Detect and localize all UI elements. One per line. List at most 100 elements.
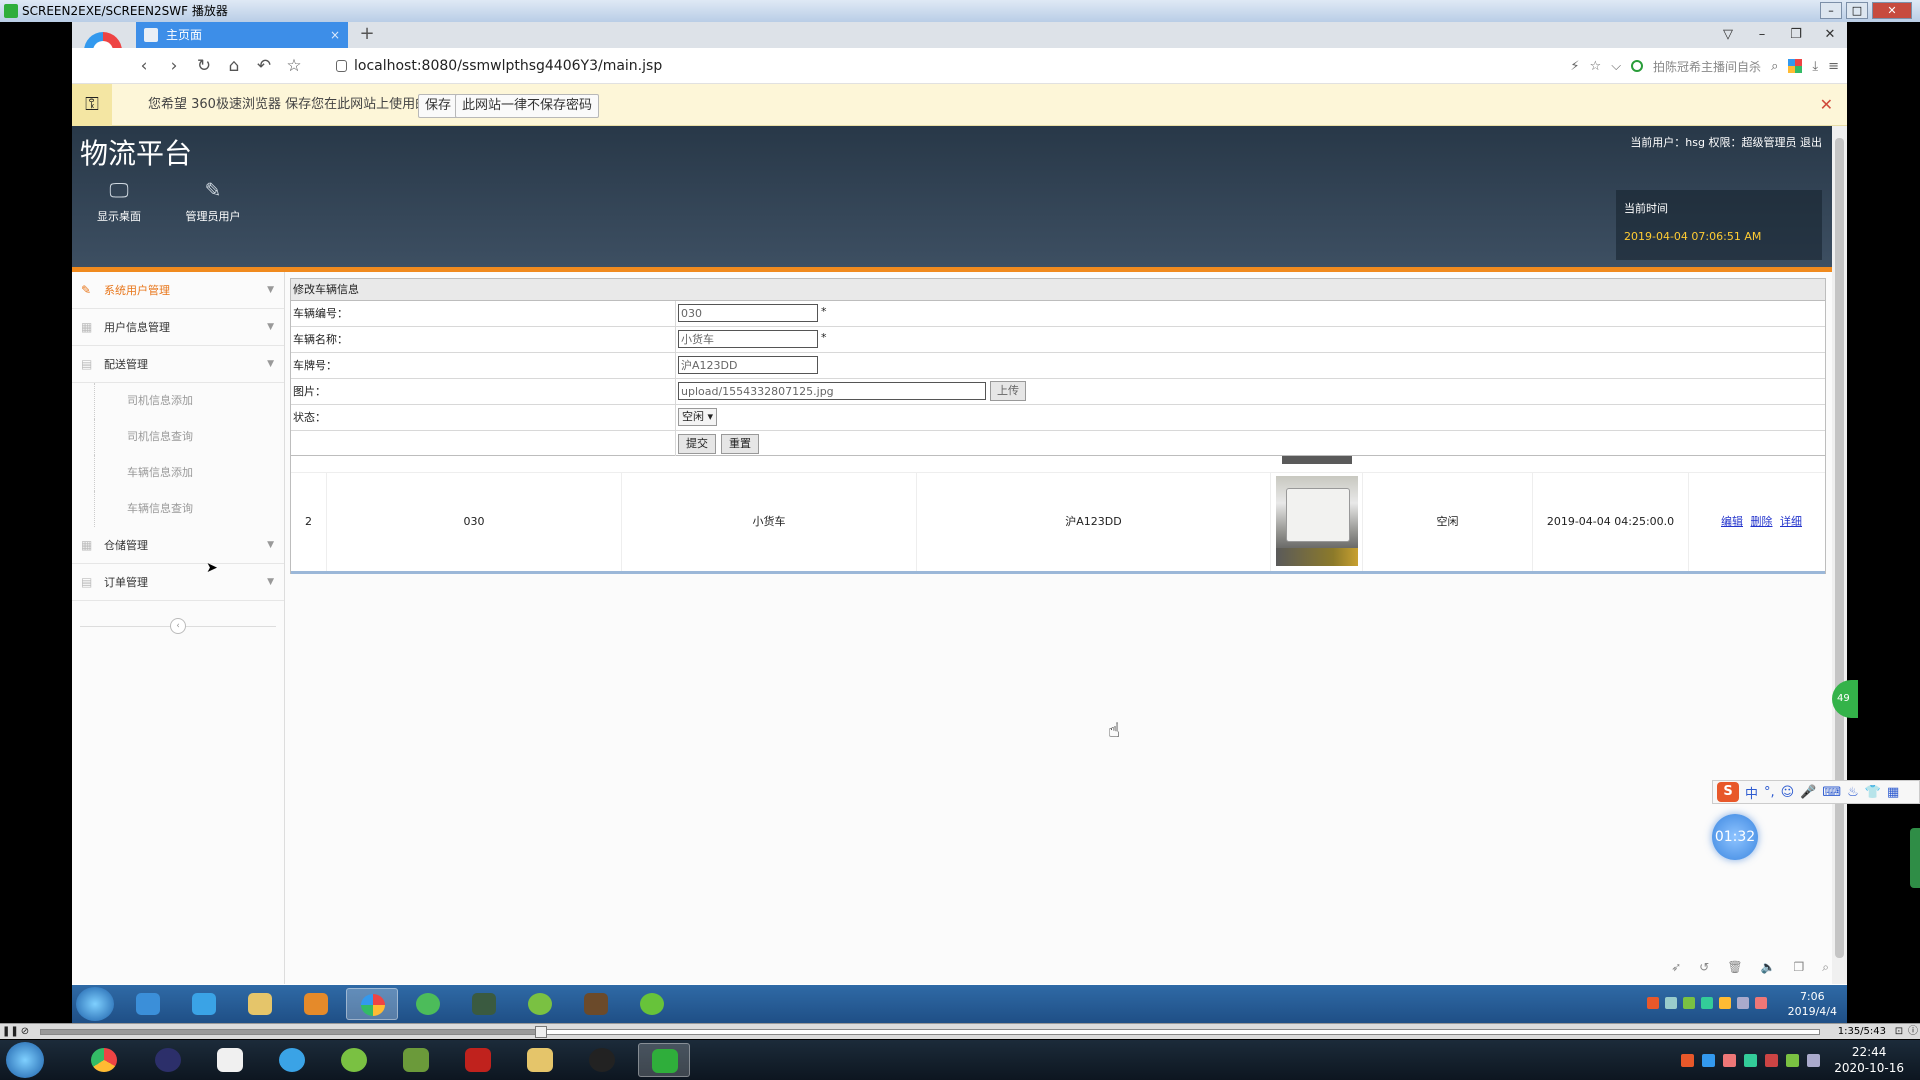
ime-toolbox-icon[interactable]: ▦ xyxy=(1887,785,1899,800)
ime-skin-icon[interactable]: ♨ xyxy=(1847,785,1859,800)
plate-number-input[interactable] xyxy=(678,356,818,374)
host-tray-green-icon[interactable] xyxy=(1786,1054,1799,1067)
undo-close-button[interactable]: ↶ xyxy=(252,54,276,78)
info-icon[interactable]: ⓘ xyxy=(1906,1025,1920,1038)
window-icon[interactable]: ❐ xyxy=(1794,960,1805,975)
search-hint[interactable]: 拍陈冠希主播间自杀 xyxy=(1653,58,1761,75)
sidebar-collapse-button[interactable]: ‹ xyxy=(170,618,186,634)
upload-button[interactable]: 上传 xyxy=(990,381,1026,401)
bookmark-star-button[interactable]: ☆ xyxy=(282,54,306,78)
url-field[interactable]: localhost:8080/ssmwlpthsg4406Y3/main.jsp xyxy=(336,54,662,78)
sidebar-item-user-info[interactable]: ▦ 用户信息管理 ▼ xyxy=(72,309,284,346)
zoom-icon[interactable]: ⌕ xyxy=(1822,960,1829,975)
vehicle-name-input[interactable] xyxy=(678,330,818,348)
scrollbar-thumb[interactable] xyxy=(1835,138,1844,958)
taskbar-app-green-icon[interactable] xyxy=(402,988,454,1020)
image-path-input[interactable] xyxy=(678,382,986,400)
tray-battery-icon[interactable] xyxy=(1683,997,1695,1009)
sidebar-item-orders[interactable]: ▤ 订单管理 ▼ xyxy=(72,564,284,601)
reload-button[interactable]: ↻ xyxy=(192,54,216,78)
tab-close-icon[interactable]: × xyxy=(330,22,340,48)
host-tray-sogou-icon[interactable] xyxy=(1681,1054,1694,1067)
home-button[interactable]: ⌂ xyxy=(222,54,246,78)
host-start-icon[interactable] xyxy=(6,1042,44,1078)
maximize-button[interactable]: □ xyxy=(1846,2,1868,19)
user-info[interactable]: 当前用户：hsg 权限：超级管理员 退出 xyxy=(1630,134,1822,150)
close-button[interactable]: ✕ xyxy=(1872,2,1912,19)
sidebar-item-system-users[interactable]: ✎ 系统用户管理 ▼ xyxy=(72,272,284,309)
host-tray-shield-icon[interactable] xyxy=(1744,1054,1757,1067)
new-tab-button[interactable]: + xyxy=(356,22,378,48)
ime-emoji-icon[interactable]: ☺ xyxy=(1781,785,1795,800)
host-chrome-icon[interactable] xyxy=(78,1043,130,1077)
tray-sogou-icon[interactable] xyxy=(1647,997,1659,1009)
taskbar-app-game-icon[interactable] xyxy=(570,988,622,1020)
sidebar-item-warehouse[interactable]: ▦ 仓储管理 ▼ xyxy=(72,527,284,564)
host-folder-icon[interactable] xyxy=(514,1043,566,1077)
window-minimize-button[interactable]: – xyxy=(1745,22,1779,48)
stop-icon[interactable]: ⊘ xyxy=(18,1025,32,1038)
ime-punct-icon[interactable]: °, xyxy=(1764,785,1775,800)
menu-icon[interactable]: ≡ xyxy=(1828,59,1839,74)
vehicle-code-input[interactable] xyxy=(678,304,818,322)
host-qq-icon[interactable] xyxy=(576,1043,628,1077)
host-qq-browser-icon[interactable] xyxy=(266,1043,318,1077)
ime-chinese-icon[interactable]: 中 xyxy=(1745,783,1758,802)
minimize-button[interactable]: – xyxy=(1820,2,1842,19)
favorite-icon[interactable]: ☆ xyxy=(1590,59,1602,74)
search-icon[interactable]: ⌕ xyxy=(1771,59,1778,74)
forward-button[interactable]: › xyxy=(162,54,186,78)
skin-icon[interactable]: ▽ xyxy=(1711,22,1745,48)
tray-network-icon[interactable] xyxy=(1737,997,1749,1009)
taskbar-app-screen-icon[interactable] xyxy=(458,988,510,1020)
taskbar-app-folder-icon[interactable] xyxy=(234,988,286,1020)
tray-volume-icon[interactable] xyxy=(1755,997,1767,1009)
ime-keyboard-icon[interactable]: ⌨ xyxy=(1822,785,1841,800)
sidebar-subitem-query-vehicle[interactable]: 车辆信息查询 xyxy=(94,491,284,527)
host-tray-icon[interactable] xyxy=(1702,1054,1715,1067)
sidebar-subitem-query-driver[interactable]: 司机信息查询 xyxy=(94,419,284,455)
delete-link[interactable]: 删除 xyxy=(1751,515,1773,528)
host-tray-flag-icon[interactable] xyxy=(1765,1054,1778,1067)
ime-shirt-icon[interactable]: 👕 xyxy=(1865,785,1881,800)
tray-shield-icon[interactable] xyxy=(1701,997,1713,1009)
trash-icon[interactable]: 🗑 xyxy=(1727,960,1742,975)
app-grid-icon[interactable] xyxy=(1788,59,1803,73)
ime-voice-icon[interactable]: 🎤 xyxy=(1800,785,1816,800)
host-clock[interactable]: 22:44 2020-10-16 xyxy=(1834,1044,1904,1076)
recording-timer[interactable]: 01:32 xyxy=(1712,814,1758,860)
host-photos-icon[interactable] xyxy=(204,1043,256,1077)
sogou-logo-icon[interactable]: S xyxy=(1717,782,1739,802)
edit-link[interactable]: 编辑 xyxy=(1721,515,1743,528)
fullscreen-icon[interactable]: ⊡ xyxy=(1892,1025,1906,1038)
tray-icon[interactable] xyxy=(1665,997,1677,1009)
tray-360-icon[interactable] xyxy=(1719,997,1731,1009)
volume-icon[interactable]: 🔈 xyxy=(1761,960,1776,975)
save-password-button[interactable]: 保存 xyxy=(418,94,459,118)
taskbar-app-media-icon[interactable] xyxy=(290,988,342,1020)
never-save-button[interactable]: 此网站一律不保存密码 xyxy=(455,94,600,118)
taskbar-app-editor-icon[interactable] xyxy=(514,988,566,1020)
dropdown-chevron-icon[interactable]: ⌵ xyxy=(1611,59,1621,74)
seek-knob[interactable] xyxy=(535,1026,547,1038)
window-close-button[interactable]: ✕ xyxy=(1813,22,1847,48)
sidebar-subitem-add-driver[interactable]: 司机信息添加 xyxy=(94,383,284,419)
taskbar-app-360-icon[interactable] xyxy=(346,988,398,1020)
tab-main-page[interactable]: 主页面 × xyxy=(136,22,348,48)
page-scrollbar[interactable] xyxy=(1832,126,1847,984)
window-restore-button[interactable]: ❐ xyxy=(1779,22,1813,48)
nav-admin-users[interactable]: ✎ 管理员用户 xyxy=(168,178,258,224)
host-player-icon[interactable] xyxy=(638,1043,690,1077)
pause-icon[interactable]: ❚❚ xyxy=(2,1025,19,1038)
refresh-icon[interactable]: ↺ xyxy=(1699,960,1709,975)
taskbar-app-leaf-icon[interactable] xyxy=(626,988,678,1020)
player-seek-track[interactable] xyxy=(40,1029,1820,1035)
host-tray-network-icon[interactable] xyxy=(1807,1054,1820,1067)
speed-mode-icon[interactable]: ⚡ xyxy=(1570,59,1579,74)
taskbar-app-browser-icon[interactable] xyxy=(122,988,174,1020)
sidebar-subitem-add-vehicle[interactable]: 车辆信息添加 xyxy=(94,455,284,491)
host-eclipse-icon[interactable] xyxy=(142,1043,194,1077)
host-leaf-icon[interactable] xyxy=(328,1043,380,1077)
sidebar-item-delivery[interactable]: ▤ 配送管理 ▼ xyxy=(72,346,284,383)
host-tray-app-icon[interactable] xyxy=(1723,1054,1736,1067)
